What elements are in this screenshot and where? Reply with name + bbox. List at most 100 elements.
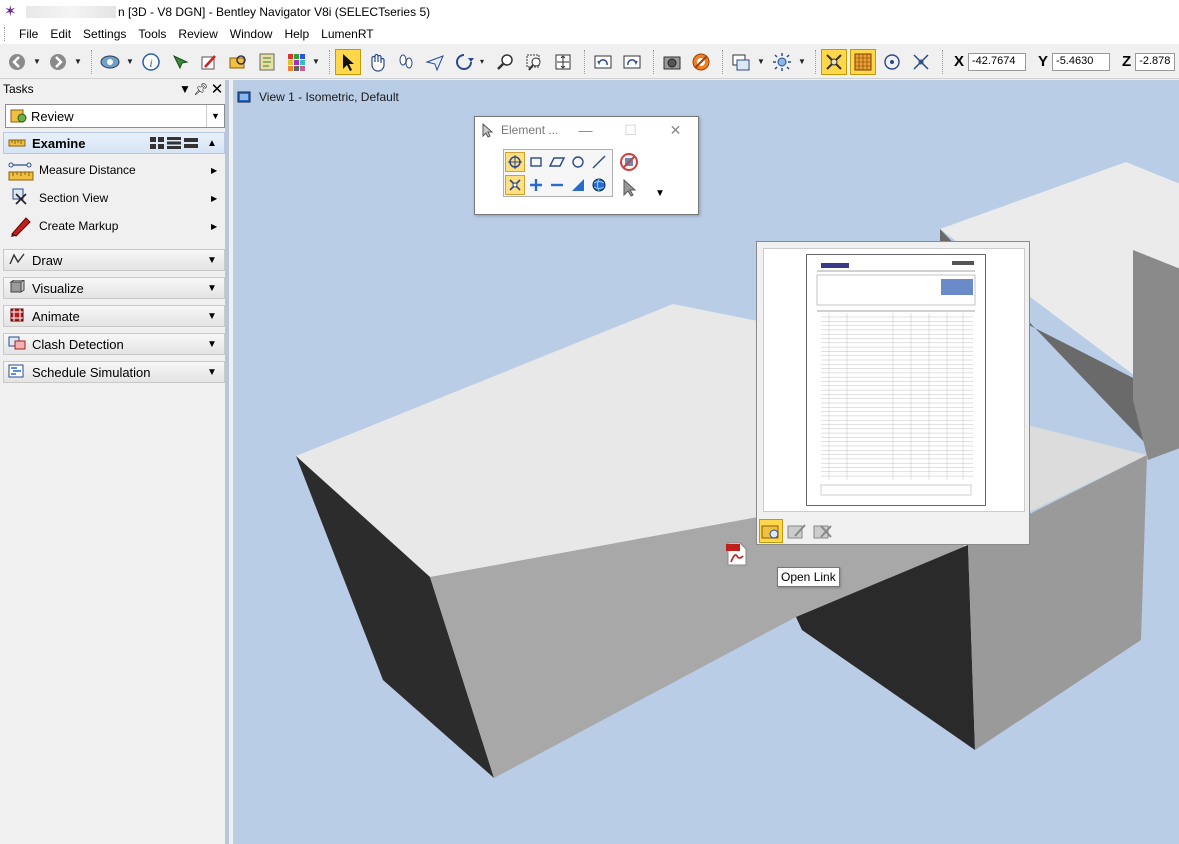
- info-icon[interactable]: i: [138, 49, 164, 75]
- task-section-view[interactable]: Section View ▶: [8, 185, 223, 211]
- toolbar-separator: [329, 49, 330, 74]
- 3d-scene[interactable]: [233, 80, 1179, 844]
- circle-selection-icon[interactable]: [568, 152, 588, 172]
- properties-icon[interactable]: [254, 49, 280, 75]
- color-table-dropdown-icon[interactable]: ▼: [312, 57, 320, 66]
- zoom-in-icon[interactable]: [492, 49, 518, 75]
- minimize-icon[interactable]: —: [563, 122, 608, 138]
- window-area-icon[interactable]: [521, 49, 547, 75]
- menu-file[interactable]: File: [13, 27, 44, 41]
- menu-settings[interactable]: Settings: [77, 27, 132, 41]
- section-examine[interactable]: Examine ▲: [3, 132, 225, 154]
- menu-help[interactable]: Help: [278, 27, 315, 41]
- forward-dropdown-icon[interactable]: ▼: [74, 57, 82, 66]
- chevron-down-icon[interactable]: ▼: [650, 183, 670, 203]
- clash-detection-icon: [8, 336, 26, 352]
- bentley-app-icon[interactable]: ✶: [4, 4, 20, 20]
- pdf-preview-page[interactable]: [763, 248, 1025, 512]
- pan-hand-icon[interactable]: [364, 49, 390, 75]
- section-animate[interactable]: Animate ▼: [3, 305, 225, 327]
- section-view-icon: [8, 186, 34, 210]
- chevron-down-icon[interactable]: ▼: [206, 105, 224, 127]
- camera-icon[interactable]: [659, 49, 685, 75]
- fit-view-icon[interactable]: [550, 49, 576, 75]
- line-selection-icon[interactable]: [589, 152, 609, 172]
- search-folder-icon[interactable]: [225, 49, 251, 75]
- select-all-globe-icon[interactable]: [589, 175, 609, 195]
- dialog-title: Element ...: [501, 123, 559, 137]
- redline-icon[interactable]: [196, 49, 222, 75]
- chevron-down-icon[interactable]: ▼: [177, 82, 193, 96]
- intersection-snap-icon[interactable]: [908, 49, 934, 75]
- lighting-icon[interactable]: [769, 49, 795, 75]
- menu-edit[interactable]: Edit: [44, 27, 77, 41]
- maximize-icon[interactable]: ☐: [608, 122, 653, 139]
- snap-mode-icon[interactable]: [821, 48, 847, 75]
- task-create-markup[interactable]: Create Markup ▶: [8, 213, 223, 239]
- view-title-label: View 1 - Isometric, Default: [259, 90, 399, 104]
- block-selection-icon[interactable]: [526, 152, 546, 172]
- view-1-viewport[interactable]: View 1 - Isometric, Default: [233, 80, 1179, 844]
- pdf-link-icon[interactable]: [725, 542, 749, 566]
- clear-selection-icon[interactable]: [619, 152, 639, 172]
- menu-grip[interactable]: [4, 27, 7, 41]
- chevron-up-icon[interactable]: ▲: [204, 138, 220, 149]
- chevron-down-icon[interactable]: ▼: [204, 339, 220, 350]
- forward-icon[interactable]: [45, 49, 71, 75]
- y-coordinate-field[interactable]: -5.4630: [1052, 52, 1111, 71]
- section-visualize[interactable]: Visualize ▼: [3, 277, 225, 299]
- center-snap-icon[interactable]: [879, 49, 905, 75]
- undo-view-icon[interactable]: [590, 49, 616, 75]
- chevron-down-icon[interactable]: ▼: [204, 283, 220, 294]
- back-icon[interactable]: [4, 49, 30, 75]
- close-icon[interactable]: ✕: [653, 122, 698, 139]
- select-arrow-icon[interactable]: [335, 48, 361, 75]
- edit-link-icon[interactable]: [785, 519, 809, 543]
- individual-selection-icon[interactable]: [505, 152, 525, 172]
- back-dropdown-icon[interactable]: ▼: [33, 57, 41, 66]
- subtract-selection-icon[interactable]: [547, 175, 567, 195]
- section-draw[interactable]: Draw ▼: [3, 249, 225, 271]
- preview-toolbar: [757, 518, 837, 544]
- section-clash-detection[interactable]: Clash Detection ▼: [3, 333, 225, 355]
- menu-lumenrt[interactable]: LumenRT: [315, 27, 379, 41]
- rotate-dropdown-icon[interactable]: ▾: [480, 57, 488, 66]
- detail-view-icon[interactable]: [184, 137, 198, 149]
- redo-view-icon[interactable]: [619, 49, 645, 75]
- saved-views-icon[interactable]: [97, 49, 123, 75]
- fly-icon[interactable]: [422, 49, 448, 75]
- chevron-down-icon[interactable]: ▼: [204, 367, 220, 378]
- task-measure-distance[interactable]: Measure Distance ▶: [8, 157, 223, 183]
- walk-footprints-icon[interactable]: [393, 49, 419, 75]
- delete-link-icon[interactable]: [811, 519, 835, 543]
- grid-view-icon[interactable]: [150, 137, 164, 149]
- chevron-down-icon[interactable]: ▼: [204, 311, 220, 322]
- add-selection-icon[interactable]: [526, 175, 546, 195]
- open-link-icon[interactable]: [759, 519, 783, 543]
- list-view-icon[interactable]: [167, 137, 181, 149]
- workflow-select[interactable]: Review ▼: [5, 104, 225, 128]
- saved-views-dropdown-icon[interactable]: ▼: [126, 57, 134, 66]
- section-schedule-simulation[interactable]: Schedule Simulation ▼: [3, 361, 225, 383]
- display-style-dropdown-icon[interactable]: ▼: [757, 57, 765, 66]
- menu-tools[interactable]: Tools: [132, 27, 172, 41]
- close-icon[interactable]: ✕: [209, 80, 225, 98]
- accusnap-grid-icon[interactable]: [850, 48, 876, 75]
- color-table-icon[interactable]: [283, 49, 309, 75]
- invert-selection-icon[interactable]: [568, 175, 588, 195]
- new-selection-icon[interactable]: [505, 175, 525, 195]
- pin-icon[interactable]: 📌︎: [193, 82, 209, 96]
- menu-window[interactable]: Window: [224, 27, 279, 41]
- menu-review[interactable]: Review: [172, 27, 223, 41]
- lighting-dropdown-icon[interactable]: ▼: [798, 57, 806, 66]
- selection-cursor-icon[interactable]: [619, 177, 639, 197]
- shape-selection-icon[interactable]: [547, 152, 567, 172]
- z-coordinate-field[interactable]: -2.878: [1135, 52, 1176, 71]
- x-coordinate-field[interactable]: -42.7674: [968, 52, 1027, 71]
- dialog-title-bar[interactable]: Element ... — ☐ ✕: [475, 117, 698, 143]
- rotate-view-icon[interactable]: [451, 49, 477, 75]
- clip-volume-icon[interactable]: [688, 49, 714, 75]
- display-style-icon[interactable]: [728, 49, 754, 75]
- element-selector-icon[interactable]: [167, 49, 193, 75]
- chevron-down-icon[interactable]: ▼: [204, 255, 220, 266]
